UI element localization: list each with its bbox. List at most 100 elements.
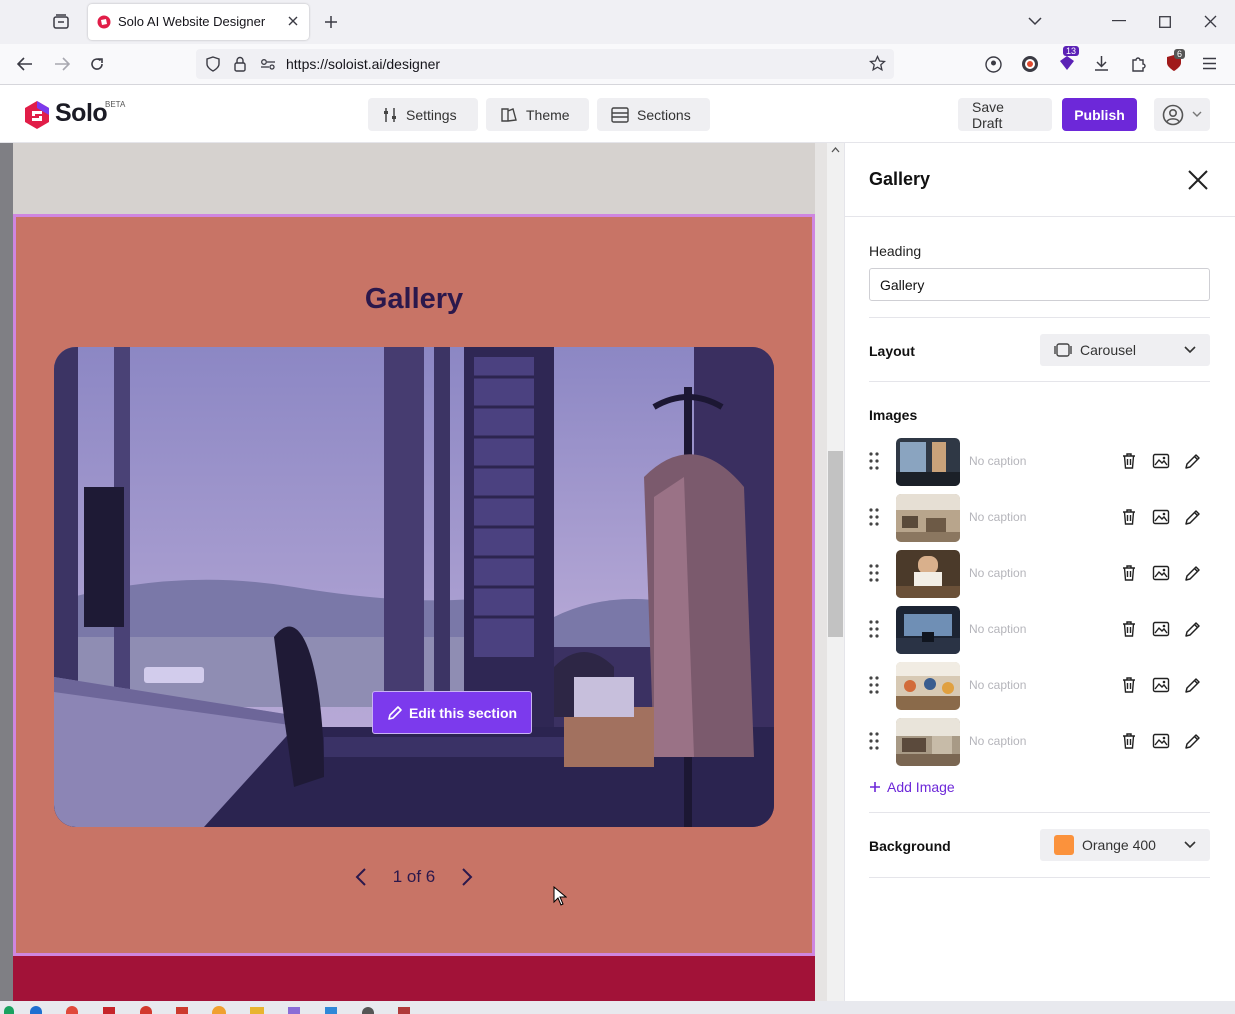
add-image-button[interactable]: Add Image: [869, 779, 955, 795]
taskbar-app-icon[interactable]: [4, 1006, 14, 1014]
heading-input[interactable]: [869, 268, 1210, 301]
scrollbar-thumb[interactable]: [828, 451, 843, 637]
taskbar-app-icon[interactable]: [288, 1007, 300, 1014]
add-image-label: Add Image: [887, 779, 955, 795]
replace-image-icon[interactable]: [1152, 564, 1170, 582]
site-preview-canvas[interactable]: Gallery Edit this section 1 of 6: [0, 143, 844, 1001]
taskbar-app-icon[interactable]: [103, 1007, 115, 1014]
trash-icon[interactable]: [1120, 676, 1138, 694]
account-circle-icon[interactable]: [985, 56, 1002, 73]
tab-title: Solo AI Website Designer: [118, 14, 266, 29]
taskbar-app-icon[interactable]: [176, 1007, 188, 1014]
image-list-item[interactable]: No caption: [869, 492, 1210, 544]
next-section[interactable]: [13, 956, 815, 1001]
image-thumbnail: [896, 718, 960, 766]
drag-handle-icon[interactable]: [869, 676, 879, 694]
taskbar-app-icon[interactable]: [250, 1007, 264, 1014]
taskbar-app-icon[interactable]: [325, 1007, 337, 1014]
trash-icon[interactable]: [1120, 452, 1138, 470]
edit-section-button[interactable]: Edit this section: [372, 691, 532, 734]
edit-caption-icon[interactable]: [1184, 508, 1202, 526]
app-menu-icon[interactable]: [1202, 57, 1217, 70]
minimize-icon[interactable]: [1112, 20, 1126, 22]
carousel-layout-icon: [1054, 342, 1072, 358]
ublock-shield-icon[interactable]: 6: [1166, 49, 1186, 72]
replace-image-icon[interactable]: [1152, 508, 1170, 526]
image-list-item[interactable]: No caption: [869, 716, 1210, 768]
user-menu-button[interactable]: [1154, 98, 1210, 131]
window-close-icon[interactable]: [1204, 15, 1217, 28]
background-select[interactable]: Orange 400: [1040, 829, 1210, 861]
canvas-scrollbar[interactable]: [827, 143, 844, 1001]
theme-button[interactable]: Theme: [486, 98, 589, 131]
taskbar-app-icon[interactable]: [398, 1007, 410, 1014]
gallery-section[interactable]: Gallery Edit this section 1 of 6: [13, 214, 815, 956]
list-tabs-chevron-icon[interactable]: [1028, 16, 1042, 26]
trash-icon[interactable]: [1120, 732, 1138, 750]
extensions-puzzle-icon[interactable]: [1130, 55, 1147, 72]
brand-name[interactable]: Solo: [55, 99, 108, 128]
image-list-item[interactable]: No caption: [869, 436, 1210, 488]
address-bar[interactable]: https://soloist.ai/designer: [196, 49, 894, 79]
forward-icon[interactable]: [54, 57, 70, 71]
lock-icon[interactable]: [234, 56, 246, 72]
carousel-next-icon[interactable]: [461, 867, 473, 887]
browser-tab-active[interactable]: Solo AI Website Designer: [88, 4, 309, 40]
pencil-icon: [387, 705, 403, 721]
extension-badge-icon[interactable]: 13: [1057, 46, 1080, 73]
trash-icon[interactable]: [1120, 620, 1138, 638]
taskbar-app-icon[interactable]: [66, 1006, 78, 1014]
image-list-item[interactable]: No caption: [869, 548, 1210, 600]
image-list-item[interactable]: No caption: [869, 660, 1210, 712]
publish-button[interactable]: Publish: [1062, 98, 1137, 131]
tracking-shield-icon[interactable]: [206, 56, 220, 72]
taskbar-app-icon[interactable]: [30, 1006, 42, 1014]
previous-section[interactable]: [13, 143, 815, 214]
bookmark-star-icon[interactable]: [869, 55, 886, 72]
extension-ghost-icon[interactable]: [1021, 55, 1039, 73]
edit-caption-icon[interactable]: [1184, 676, 1202, 694]
drag-handle-icon[interactable]: [869, 564, 879, 582]
taskbar-app-icon[interactable]: [140, 1006, 152, 1014]
downloads-icon[interactable]: [1093, 55, 1110, 72]
drag-handle-icon[interactable]: [869, 452, 879, 470]
sections-button[interactable]: Sections: [597, 98, 710, 131]
app-header: Solo BETA Settings Theme Sections Save D…: [0, 85, 1235, 143]
new-tab-icon[interactable]: [323, 14, 339, 30]
drag-handle-icon[interactable]: [869, 508, 879, 526]
drag-handle-icon[interactable]: [869, 732, 879, 750]
settings-button[interactable]: Settings: [368, 98, 478, 131]
trash-icon[interactable]: [1120, 564, 1138, 582]
permissions-icon[interactable]: [260, 58, 276, 70]
section-divider: [869, 381, 1210, 382]
image-list-item[interactable]: No caption: [869, 604, 1210, 656]
replace-image-icon[interactable]: [1152, 620, 1170, 638]
edit-caption-icon[interactable]: [1184, 732, 1202, 750]
back-icon[interactable]: [17, 57, 33, 71]
taskbar-app-icon[interactable]: [212, 1006, 226, 1014]
shield-badge-count: 6: [1174, 49, 1186, 59]
gallery-settings-panel: Gallery Heading Layout Carousel Images N…: [844, 143, 1235, 1001]
image-thumbnail: [896, 550, 960, 598]
tab-close-icon[interactable]: [287, 15, 299, 27]
maximize-icon[interactable]: [1159, 16, 1171, 28]
scroll-up-arrow-icon[interactable]: [831, 147, 840, 153]
edit-caption-icon[interactable]: [1184, 452, 1202, 470]
drag-handle-icon[interactable]: [869, 620, 879, 638]
image-thumbnail: [896, 606, 960, 654]
taskbar-app-icon[interactable]: [362, 1007, 374, 1014]
save-draft-button[interactable]: Save Draft: [958, 98, 1052, 131]
close-icon[interactable]: [1187, 169, 1209, 191]
tab-manager-icon[interactable]: [52, 13, 70, 31]
reload-icon[interactable]: [89, 56, 105, 72]
edit-caption-icon[interactable]: [1184, 620, 1202, 638]
replace-image-icon[interactable]: [1152, 676, 1170, 694]
edit-caption-icon[interactable]: [1184, 564, 1202, 582]
replace-image-icon[interactable]: [1152, 732, 1170, 750]
background-label: Background: [869, 838, 951, 854]
solo-logo-icon[interactable]: [24, 100, 50, 130]
carousel-prev-icon[interactable]: [355, 867, 367, 887]
replace-image-icon[interactable]: [1152, 452, 1170, 470]
trash-icon[interactable]: [1120, 508, 1138, 526]
layout-select[interactable]: Carousel: [1040, 334, 1210, 366]
